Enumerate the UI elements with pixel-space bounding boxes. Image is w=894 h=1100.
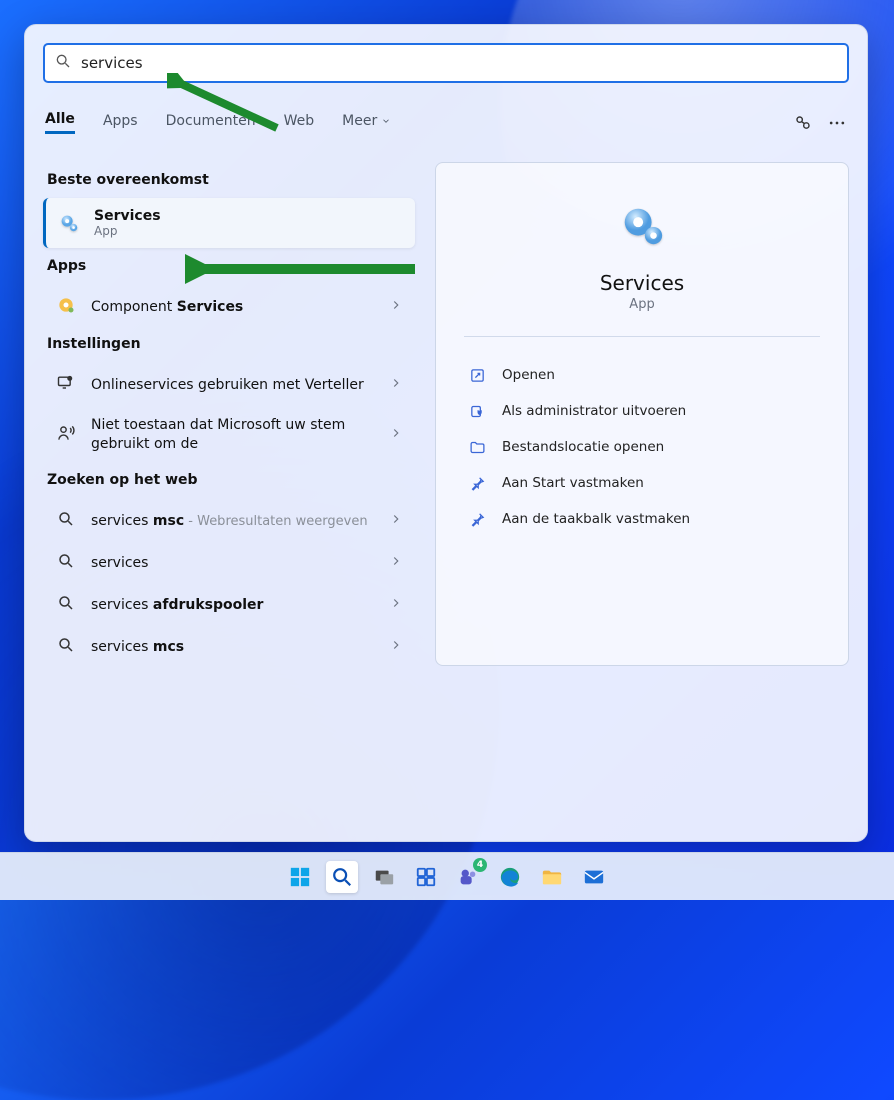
component-services-icon <box>55 294 77 316</box>
tab-apps[interactable]: Apps <box>103 113 138 133</box>
action-open-location[interactable]: Bestandslocatie openen <box>464 429 820 465</box>
rewards-icon[interactable] <box>793 113 813 133</box>
chevron-right-icon <box>389 512 403 526</box>
action-pin-start-label: Aan Start vastmaken <box>502 475 644 491</box>
more-options-icon[interactable] <box>827 113 847 133</box>
result-component-services[interactable]: Component Services <box>43 284 415 326</box>
taskbar-edge[interactable] <box>494 861 526 893</box>
taskbar-mail[interactable] <box>578 861 610 893</box>
search-box[interactable] <box>43 43 849 83</box>
taskbar-start[interactable] <box>284 861 316 893</box>
best-subtitle: App <box>94 224 403 238</box>
filter-tabs: Alle Apps Documenten Web Meer <box>43 111 849 134</box>
search-icon <box>55 592 77 614</box>
monitor-badge-icon <box>55 372 77 394</box>
detail-panel: Services App Openen Als administrator ui… <box>435 162 849 666</box>
chevron-right-icon <box>389 638 403 652</box>
search-icon <box>55 634 77 656</box>
action-admin-label: Als administrator uitvoeren <box>502 403 686 419</box>
taskbar-teams[interactable]: 4 <box>452 861 484 893</box>
section-apps: Apps <box>47 258 411 274</box>
search-input[interactable] <box>81 54 837 72</box>
action-run-admin[interactable]: Als administrator uitvoeren <box>464 393 820 429</box>
taskbar: 4 <box>0 852 894 900</box>
result-web-afdrukspooler[interactable]: services afdrukspooler <box>43 582 415 624</box>
best-title: Services <box>94 208 161 224</box>
services-gear-icon <box>619 203 665 249</box>
pin-icon <box>468 474 486 492</box>
taskbar-taskview[interactable] <box>368 861 400 893</box>
result-web-mcs[interactable]: services mcs <box>43 624 415 666</box>
action-pin-taskbar[interactable]: Aan de taakbalk vastmaken <box>464 501 820 537</box>
services-gear-icon <box>58 212 80 234</box>
tab-documents[interactable]: Documenten <box>166 113 256 133</box>
section-web: Zoeken op het web <box>47 472 411 488</box>
taskbar-search[interactable] <box>326 861 358 893</box>
chevron-right-icon <box>389 426 403 440</box>
result-web-services-msc[interactable]: services msc - Webresultaten weergeven <box>43 498 415 540</box>
folder-icon <box>468 438 486 456</box>
chevron-right-icon <box>389 554 403 568</box>
action-location-label: Bestandslocatie openen <box>502 439 664 455</box>
shield-admin-icon <box>468 402 486 420</box>
detail-subtitle: App <box>464 297 820 312</box>
search-icon <box>55 53 81 73</box>
detail-title: Services <box>464 271 820 295</box>
section-best-match: Beste overeenkomst <box>47 172 411 188</box>
teams-badge: 4 <box>473 858 487 872</box>
action-pin-taskbar-label: Aan de taakbalk vastmaken <box>502 511 690 527</box>
taskbar-explorer[interactable] <box>536 861 568 893</box>
section-settings: Instellingen <box>47 336 411 352</box>
results-column: Beste overeenkomst Services App Apps Com… <box>43 162 415 666</box>
chevron-right-icon <box>389 376 403 390</box>
tab-more[interactable]: Meer <box>342 113 391 133</box>
action-open[interactable]: Openen <box>464 357 820 393</box>
result-narrator-online[interactable]: Onlineservices gebruiken met Verteller <box>43 362 415 404</box>
taskbar-widgets[interactable] <box>410 861 442 893</box>
search-icon <box>55 508 77 530</box>
pin-icon <box>468 510 486 528</box>
search-icon <box>55 550 77 572</box>
search-panel: Alle Apps Documenten Web Meer Beste over… <box>24 24 868 842</box>
person-voice-icon <box>55 422 77 444</box>
tab-all[interactable]: Alle <box>45 111 75 134</box>
action-open-label: Openen <box>502 367 555 383</box>
result-microsoft-voice[interactable]: Niet toestaan dat Microsoft uw stem gebr… <box>43 404 415 462</box>
chevron-down-icon <box>381 116 391 126</box>
tab-more-label: Meer <box>342 113 377 129</box>
chevron-right-icon <box>389 596 403 610</box>
open-icon <box>468 366 486 384</box>
action-pin-start[interactable]: Aan Start vastmaken <box>464 465 820 501</box>
chevron-right-icon <box>389 298 403 312</box>
tab-web[interactable]: Web <box>284 113 315 133</box>
result-best-services[interactable]: Services App <box>43 198 415 248</box>
result-web-services[interactable]: services <box>43 540 415 582</box>
